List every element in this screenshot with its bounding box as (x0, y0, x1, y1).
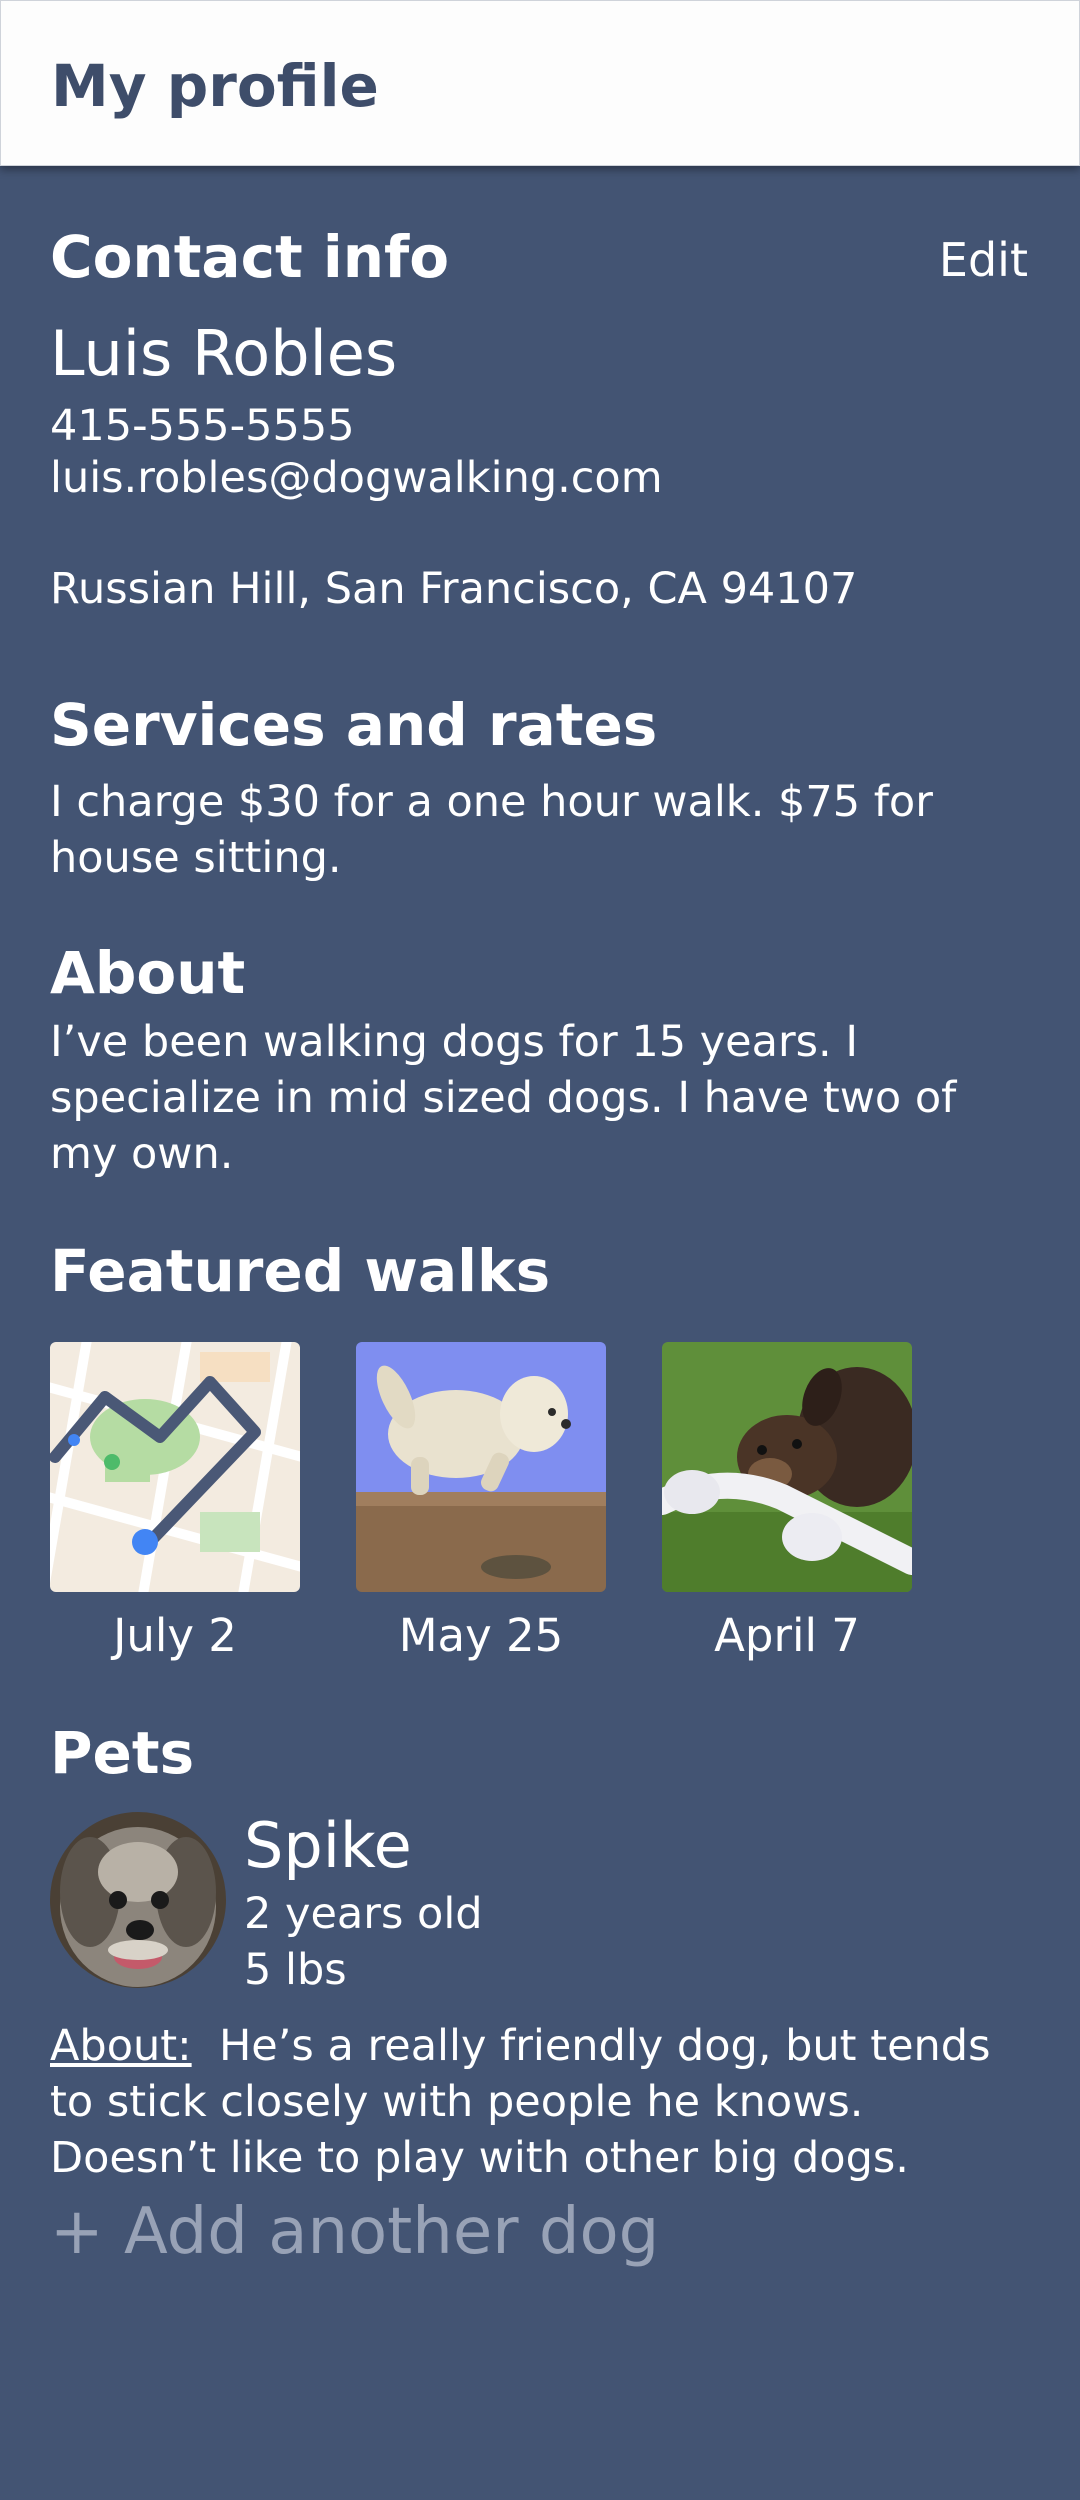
walk-thumbnail-map[interactable] (50, 1342, 300, 1592)
pet-about-label: About: (50, 2021, 192, 2071)
contact-heading: Contact info (50, 223, 450, 291)
contact-address: Russian Hill, San Francisco, CA 94107 (50, 564, 858, 614)
pet-age: 2 years old (244, 1889, 483, 1939)
walk-thumbnail-jumping-dog[interactable] (356, 1342, 606, 1592)
contact-email: luis.robles@dogwalking.com (50, 453, 663, 503)
contact-phone: 415-555-5555 (50, 401, 355, 451)
pet-about: About: He’s a really friendly dog, but t… (50, 2018, 1030, 2186)
walk-thumbnail-puppy[interactable] (662, 1342, 912, 1592)
contact-name: Luis Robles (50, 317, 398, 390)
edit-button[interactable]: Edit (939, 232, 1028, 288)
page-title: My profile (51, 52, 379, 120)
pet-weight: 5 lbs (244, 1945, 347, 1995)
walk-caption: May 25 (398, 1609, 564, 1662)
pet-name: Spike (244, 1809, 412, 1882)
pet-about-text: He’s a really friendly dog, but tends to… (50, 2021, 991, 2183)
jumping-dog-photo-icon (356, 1342, 606, 1592)
puppy-photo-icon (662, 1342, 912, 1592)
about-text: I’ve been walking dogs for 15 years. I s… (50, 1017, 957, 1179)
walk-caption: July 2 (113, 1609, 237, 1662)
pets-heading: Pets (50, 1719, 195, 1787)
featured-walks-heading: Featured walks (50, 1237, 551, 1305)
services-heading: Services and rates (50, 691, 658, 759)
about-heading: About (50, 939, 246, 1007)
services-text: I charge $30 for a one hour walk. $75 fo… (50, 777, 933, 883)
add-dog-button[interactable]: + Add another dog (50, 2192, 659, 2272)
pet-avatar[interactable] (50, 1812, 226, 1988)
walk-caption: April 7 (714, 1609, 860, 1662)
app-header: My profile (0, 0, 1080, 166)
map-route-icon (50, 1342, 300, 1592)
dog-face-icon (50, 1812, 226, 1988)
